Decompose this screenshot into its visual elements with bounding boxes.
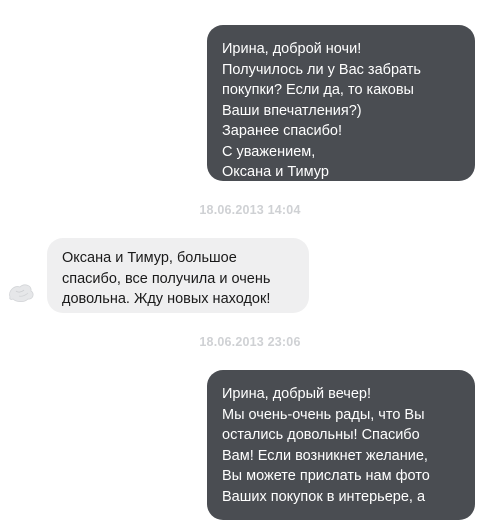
incoming-message-bubble[interactable]: Оксана и Тимур, большое спасибо, все пол…	[47, 238, 309, 313]
message-text-line: Вы можете прислать нам фото	[222, 468, 430, 484]
message-timestamp: 18.06.2013 14:04	[199, 203, 301, 217]
message-text-line: Заранее спасибо!	[222, 123, 343, 139]
message-text-line: Ирина, добрый вечер!	[222, 386, 371, 402]
message-timestamp: 18.06.2013 23:06	[199, 335, 301, 349]
message-text-line: С уважением,	[222, 143, 316, 160]
message-text-line: остались довольны! Спасибо	[222, 427, 420, 443]
message-text-line: покупки? Если да, то каковы	[222, 82, 414, 98]
message-text-line: Вам! Если возникнет желание,	[222, 447, 428, 464]
message-text-line: Оксана и Тимур, большое	[62, 250, 237, 266]
message-text-line: Получилось ли у Вас забрать	[222, 61, 421, 78]
conversation-thread: Ирина, доброй ночи! Получилось ли у Вас …	[0, 0, 500, 520]
cloth-avatar-icon[interactable]	[4, 277, 40, 307]
outgoing-message-bubble[interactable]: Ирина, доброй ночи! Получилось ли у Вас …	[207, 25, 475, 181]
message-text-line: довольна. Жду новых находок!	[62, 291, 271, 307]
message-text-line: Мы очень-очень рады, что Вы	[222, 406, 425, 423]
message-text-line: Ваши впечатления?)	[222, 102, 362, 119]
outgoing-message-bubble[interactable]: Ирина, добрый вечер! Мы очень-очень рады…	[207, 370, 475, 520]
message-text-line: Ирина, доброй ночи!	[222, 41, 362, 57]
message-text-line: Оксана и Тимур	[222, 164, 329, 180]
message-text-line: спасибо, все получила и очень	[62, 270, 271, 287]
message-text-line: Ваших покупок в интерьере, а	[222, 488, 426, 505]
